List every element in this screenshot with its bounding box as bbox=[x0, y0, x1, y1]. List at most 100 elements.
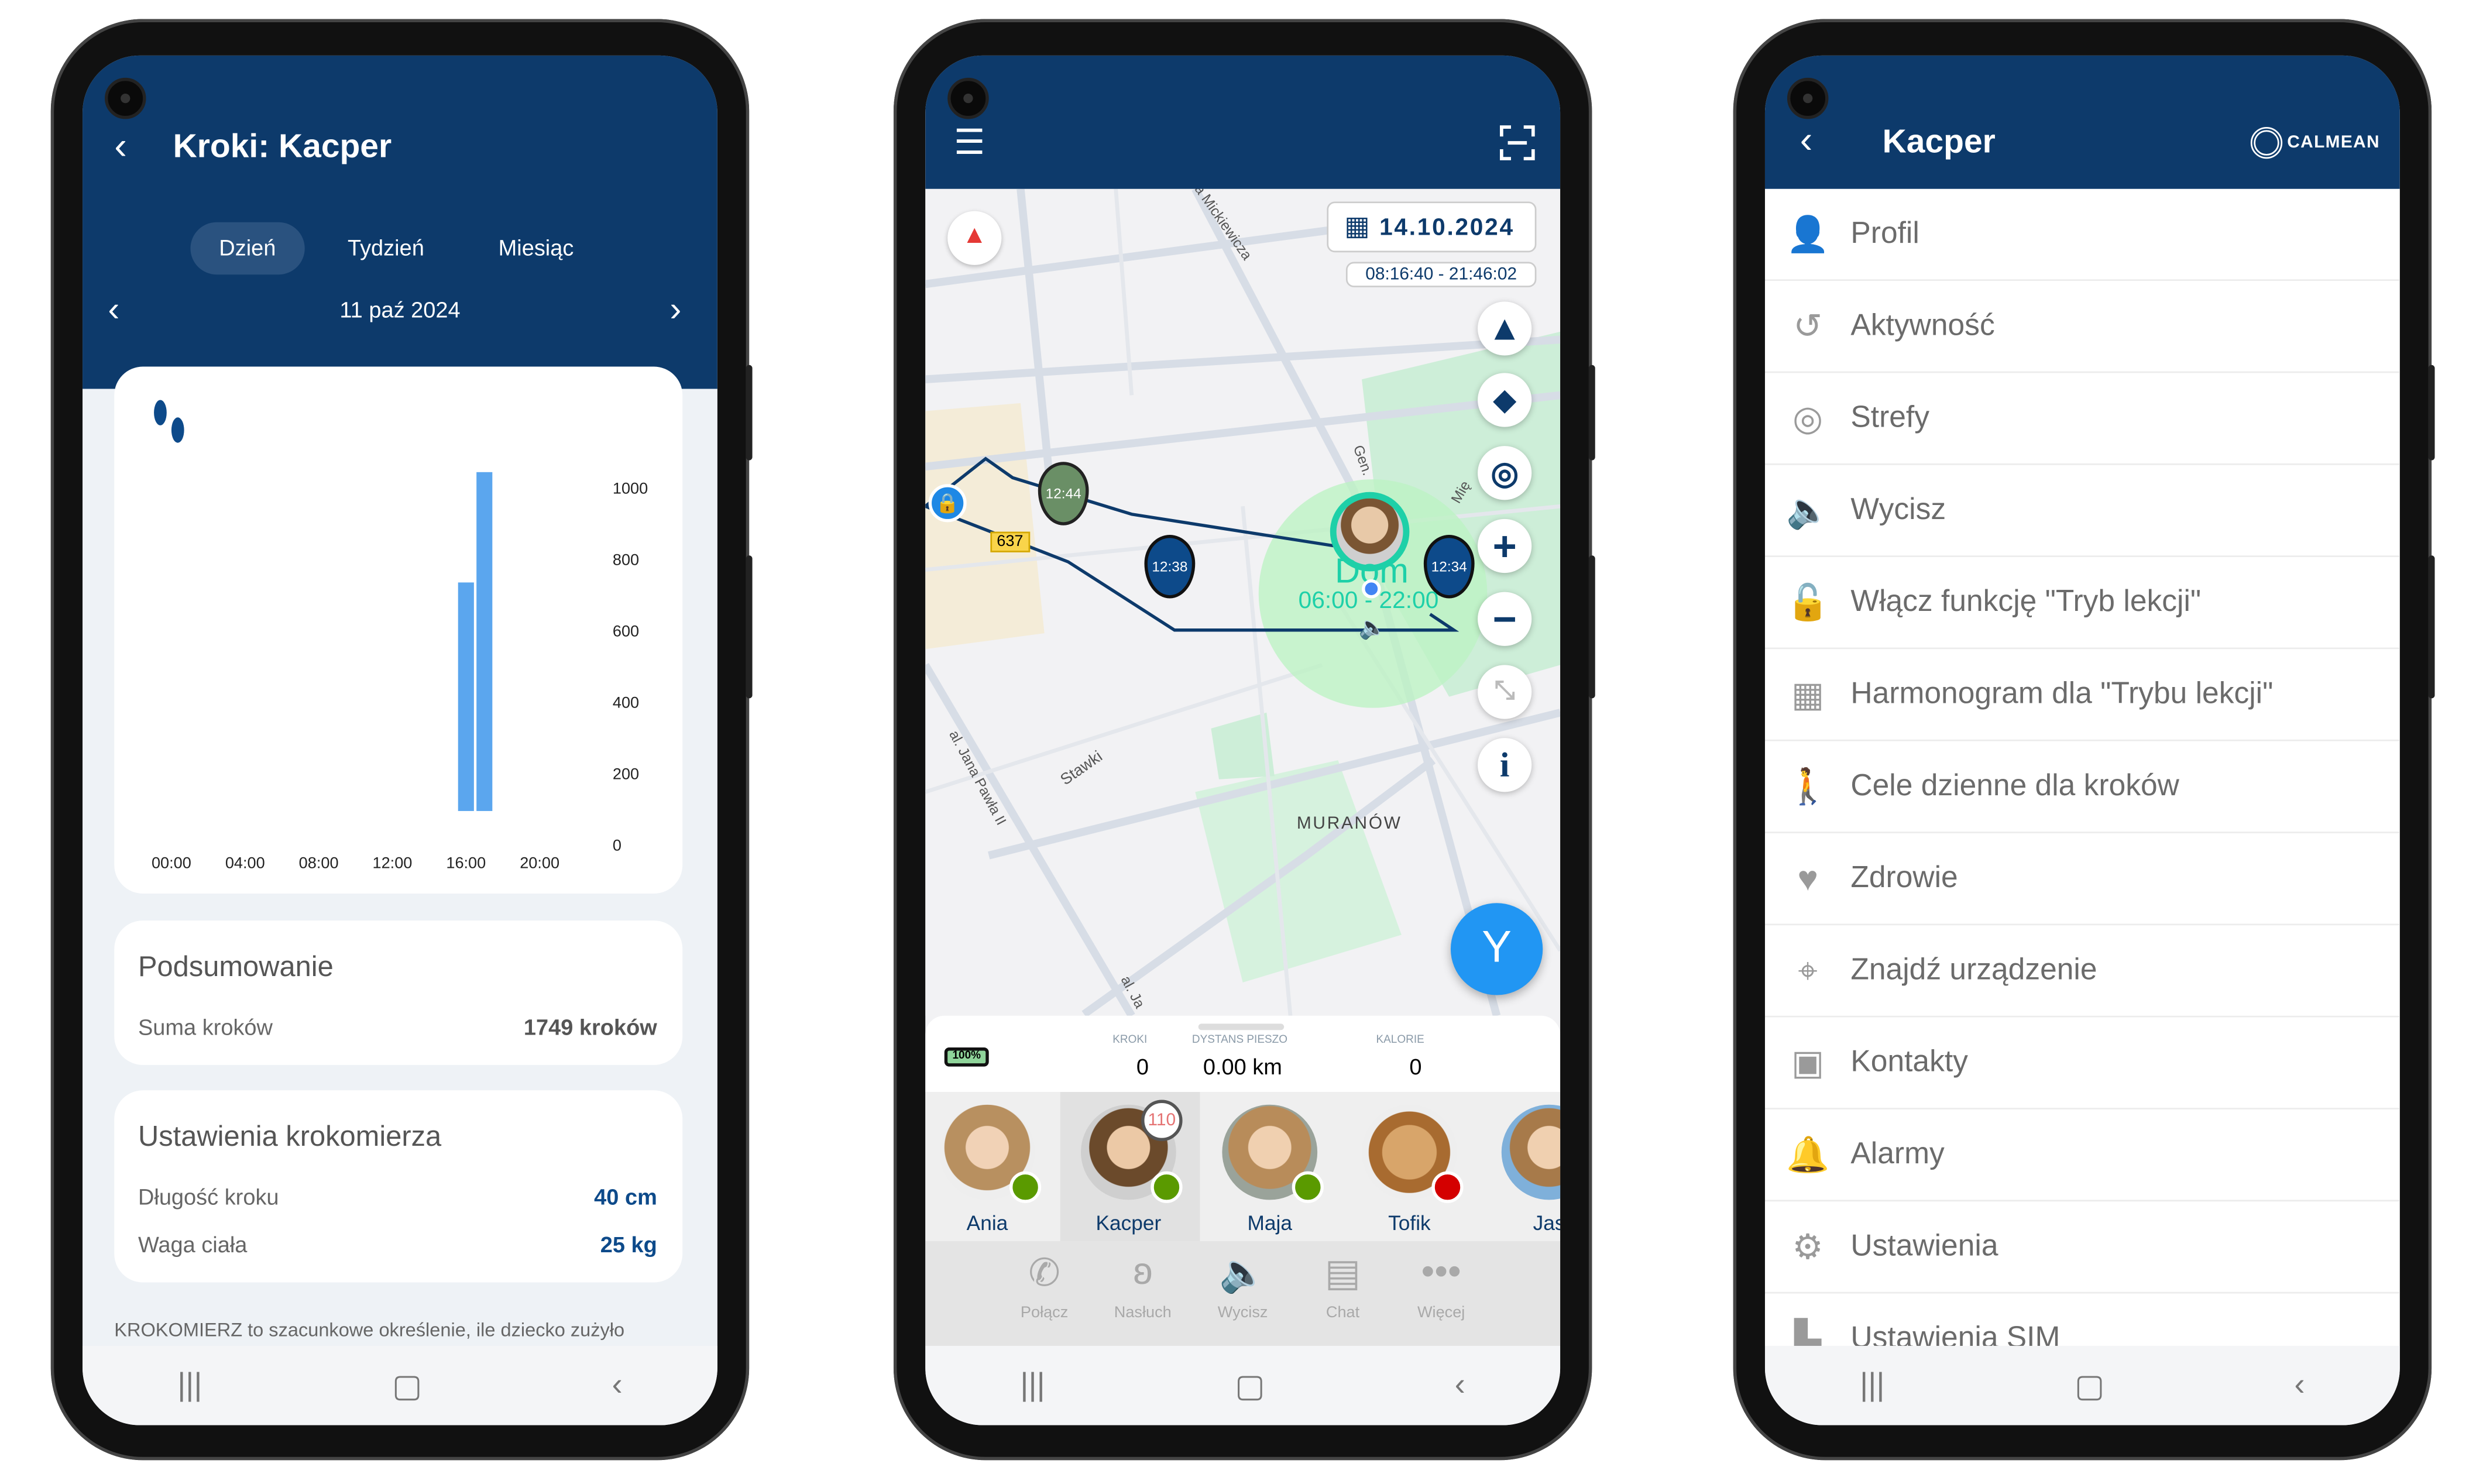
logo: CALMEAN bbox=[2287, 133, 2380, 153]
phone-icon: ✆ bbox=[1028, 1252, 1060, 1296]
menu-item-alarms[interactable]: 🔔 Alarmy bbox=[1764, 1109, 2400, 1202]
camera bbox=[105, 77, 146, 119]
x-tick-label: 20:00 bbox=[520, 854, 559, 872]
recents-icon[interactable]: ||| bbox=[177, 1368, 202, 1404]
map[interactable] bbox=[925, 188, 1561, 1016]
zones-icon: ◎ bbox=[1792, 397, 1823, 438]
menu-item-settings[interactable]: ⚙ Ustawienia bbox=[1764, 1201, 2400, 1294]
current-date: 11 paź 2024 bbox=[339, 297, 461, 322]
back-nav-icon[interactable]: ‹ bbox=[1455, 1368, 1465, 1404]
menu-item-wycisz[interactable]: 🔈 Wycisz bbox=[1764, 465, 2400, 557]
menu-screen: ‹ Kacper CALMEAN 👤 Profil ↺ Aktywność ◎ Str… bbox=[1764, 55, 2400, 1425]
collapse-icon[interactable]: ⤡ bbox=[1478, 665, 1532, 719]
map-screen: ☰ a Mickiewicza Gen. Mię MURANÓW Stawki … bbox=[925, 55, 1561, 1425]
layers-icon[interactable]: ◆ bbox=[1478, 373, 1532, 427]
more-icon: ••• bbox=[1421, 1251, 1461, 1294]
android-nav-bar: ||| ▢ ‹ bbox=[1764, 1345, 2400, 1425]
stat-label: DYSTANS PIESZO bbox=[1191, 1035, 1288, 1046]
y-tick-label: 800 bbox=[613, 551, 639, 569]
home-icon[interactable]: ▢ bbox=[2075, 1366, 2104, 1406]
back-nav-icon[interactable]: ‹ bbox=[2295, 1368, 2305, 1404]
side-button bbox=[1588, 555, 1595, 699]
steps-bar-chart: 0 200 400 600 800 1000 00:00 04:00 08:00 12:00 16:… bbox=[152, 472, 648, 872]
person-name[interactable]: Jas bbox=[1486, 1211, 1560, 1235]
crosshair-icon: ⌖ bbox=[1798, 950, 1818, 990]
info-icon[interactable]: i bbox=[1478, 738, 1532, 792]
recents-icon[interactable]: ||| bbox=[1860, 1368, 1884, 1404]
person-name[interactable]: Kacper bbox=[1065, 1211, 1192, 1235]
notification-badge: 110 bbox=[1141, 1100, 1183, 1142]
back-icon[interactable]: ‹ bbox=[1800, 119, 1813, 163]
side-button bbox=[2428, 555, 2435, 699]
person-name[interactable]: Ania bbox=[925, 1211, 1050, 1235]
date-picker[interactable]: ▦ 14.10.2024 bbox=[1327, 201, 1537, 253]
sos-person-button[interactable]: Y bbox=[1450, 903, 1543, 995]
step-length-value[interactable]: 40 cm bbox=[594, 1184, 657, 1209]
bar bbox=[476, 472, 493, 811]
person-name[interactable]: Maja bbox=[1206, 1211, 1333, 1235]
shop-pin-icon[interactable]: 🔒 bbox=[928, 484, 967, 523]
back-nav-icon[interactable]: ‹ bbox=[612, 1368, 623, 1404]
tab-month[interactable]: Miesiąc bbox=[499, 235, 574, 260]
chat-button[interactable]: ▤ Chat bbox=[1295, 1251, 1390, 1322]
person-name[interactable]: Tofik bbox=[1346, 1211, 1473, 1235]
zoom-out-icon[interactable]: − bbox=[1478, 592, 1532, 646]
current-position-dot bbox=[1362, 579, 1381, 599]
ear-icon: ʚ bbox=[1133, 1251, 1153, 1294]
steps-chart-card: 0 200 400 600 800 1000 00:00 04:00 08:00 12:00 16:… bbox=[114, 366, 683, 894]
android-nav-bar: ||| ▢ ‹ bbox=[83, 1345, 717, 1425]
menu-item-health[interactable]: ♥ Zdrowie bbox=[1764, 833, 2400, 926]
call-button[interactable]: ✆ Połącz bbox=[997, 1251, 1092, 1322]
compass-icon[interactable]: ▲ bbox=[947, 211, 1002, 265]
pedometer-settings-card[interactable]: Ustawienia krokomierza Długość kroku 40 … bbox=[114, 1090, 683, 1283]
stat-value: 0.00 km bbox=[1203, 1053, 1282, 1080]
drag-handle[interactable] bbox=[1198, 1023, 1285, 1030]
step-length-label: Długość kroku bbox=[138, 1184, 279, 1210]
stat-label: KROKI bbox=[1112, 1035, 1148, 1046]
menu-item-step-goals[interactable]: 🚶 Cele dzienne dla kroków bbox=[1764, 741, 2400, 833]
header: ‹ Kacper CALMEAN bbox=[1764, 55, 2400, 189]
hamburger-menu-icon[interactable]: ☰ bbox=[954, 122, 985, 164]
more-button[interactable]: ••• Więcej bbox=[1393, 1251, 1489, 1322]
menu-item-contacts[interactable]: ▣ Kontakty bbox=[1764, 1018, 2400, 1109]
menu-item-profil[interactable]: 👤 Profil bbox=[1764, 189, 2400, 281]
page-title: Kroki: Kacper bbox=[173, 128, 392, 166]
menu-item-aktywnosc[interactable]: ↺ Aktywność bbox=[1764, 281, 2400, 373]
pedometer-info-text: KROKOMIERZ to szacunkowe określenie, ile… bbox=[114, 1318, 625, 1341]
menu-item-find-device[interactable]: ⌖ Znajdź urządzenie bbox=[1764, 925, 2400, 1018]
scan-icon[interactable] bbox=[1500, 125, 1535, 160]
home-icon[interactable]: ▢ bbox=[392, 1366, 422, 1406]
menu-item-strefy[interactable]: ◎ Strefy bbox=[1764, 373, 2400, 465]
zoom-in-icon[interactable]: + bbox=[1478, 518, 1532, 573]
home-icon[interactable]: ▢ bbox=[1235, 1366, 1265, 1406]
status-dot bbox=[1151, 1171, 1183, 1203]
next-date-icon[interactable]: › bbox=[670, 289, 682, 331]
side-button bbox=[2428, 365, 2435, 461]
history-icon: ↺ bbox=[1793, 305, 1823, 345]
y-tick-label: 600 bbox=[613, 622, 639, 640]
time-range[interactable]: 08:16:40 - 21:46:02 bbox=[1345, 262, 1537, 287]
locate-icon[interactable]: ◎ bbox=[1478, 446, 1532, 500]
weight-label: Waga ciała bbox=[138, 1231, 248, 1258]
avatar-jas[interactable] bbox=[1501, 1104, 1561, 1200]
menu-item-lesson-schedule[interactable]: ▦ Harmonogram dla "Trybu lekcji" bbox=[1764, 649, 2400, 741]
x-tick-label: 12:00 bbox=[373, 854, 413, 872]
people-carousel[interactable]: Ania 110 Kacper Maja Tofik Jas bbox=[925, 1091, 1561, 1241]
menu-item-lesson-mode[interactable]: 🔓 Włącz funkcję "Tryb lekcji" bbox=[1764, 557, 2400, 650]
weight-value[interactable]: 25 kg bbox=[600, 1232, 657, 1257]
status-dot bbox=[1431, 1171, 1464, 1203]
total-steps-label: Suma kroków bbox=[138, 1014, 273, 1040]
recents-icon[interactable]: ||| bbox=[1020, 1368, 1045, 1404]
tab-week[interactable]: Tydzień bbox=[348, 235, 424, 260]
navigation-arrow-icon[interactable]: ▲ bbox=[1478, 301, 1532, 356]
status-dot bbox=[1009, 1171, 1042, 1203]
tab-day[interactable]: Dzień bbox=[219, 235, 276, 260]
back-icon[interactable]: ‹ bbox=[114, 125, 127, 170]
road-number-badge: 637 bbox=[990, 531, 1030, 552]
bar bbox=[458, 582, 474, 811]
battery-indicator: 100% bbox=[944, 1047, 989, 1067]
steps-screen: ‹ Kroki: Kacper Dzień Tydzień Miesiąc ‹ … bbox=[83, 55, 717, 1425]
chat-icon: ▤ bbox=[1324, 1252, 1361, 1296]
mute-button[interactable]: 🔈 Wycisz bbox=[1195, 1251, 1290, 1322]
listen-button[interactable]: ʚ Nasłuch bbox=[1095, 1251, 1190, 1322]
